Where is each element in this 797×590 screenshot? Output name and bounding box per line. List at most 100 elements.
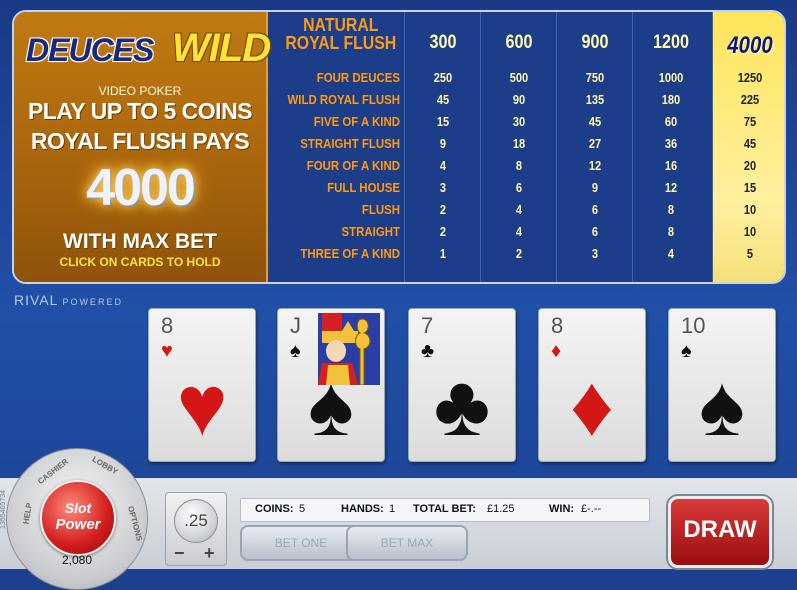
balance-display: 2,080 [61,553,93,567]
promo-panel: DEUCES WILD VIDEO POKER PLAY UP TO 5 COI… [14,12,271,282]
jack-portrait-icon [318,313,380,386]
payout-cell: 6 [515,180,523,195]
logo-wild: WILD [172,26,271,70]
payout-cell: 8 [667,202,675,217]
payout-cell: 60 [664,114,678,129]
payout-cell: 4 [515,202,523,217]
payout-cell: 1 [439,246,447,261]
payout-cell: 2 [439,202,447,217]
payout-cell: 75 [743,114,757,129]
pay-column-2: 600 500 90 30 18 8 6 4 4 2 [480,12,557,282]
hand-name: WILD ROYAL FLUSH [287,92,400,107]
game-logo: DEUCES WILD [22,26,271,78]
pay-column-4: 1200 1000 180 60 36 16 12 8 8 4 [632,12,709,282]
payout-cell: 9 [439,136,447,151]
card-rank: 8 [161,313,174,338]
hands-value: 1 [389,503,396,515]
total-bet-label: TOTAL BET: [413,503,476,515]
playing-card[interactable]: 8 ♦ ♦ [538,308,646,462]
hand-name: FLUSH [361,202,400,217]
coin-selector: .25 − + [165,492,227,566]
payout-cell: 90 [512,92,526,107]
clubs-icon: ♣ [433,358,491,454]
payout-cell: 30 [512,114,526,129]
promo-hint: CLICK ON CARDS TO HOLD [59,255,221,269]
payout-cell: 45 [436,92,450,107]
payout-cell: 1000 [658,70,684,85]
hand-name: FULL HOUSE [327,180,400,195]
status-bar: COINS: 5 HANDS: 1 TOTAL BET: £1.25 WIN: … [240,498,650,522]
options-link[interactable]: OPTIONS [126,505,144,542]
card-rank: 7 [421,313,434,338]
hearts-icon: ♥ [176,358,228,454]
payout-cell: 4000 [727,32,773,59]
payout-cell: 20 [743,158,757,173]
bet-one-button[interactable]: BET ONE [240,525,362,561]
payout-cell: 2 [515,246,523,261]
payout-cell: 36 [664,136,678,151]
payout-cell: 10 [743,224,757,239]
coin-plus-icon[interactable]: + [204,543,215,564]
promo-line-2: ROYAL FLUSH PAYS [30,128,250,154]
coin-value[interactable]: .25 [174,499,218,543]
playing-card[interactable]: 10 ♠ ♠ [668,308,776,462]
card-rank: 8 [551,313,564,338]
paytable-grid: NATURAL ROYAL FLUSH FOUR DEUCES WILD ROYAL… [268,12,784,282]
coins-label: COINS: [255,503,294,515]
payout-cell: 10 [743,202,757,217]
paytable: DEUCES WILD VIDEO POKER PLAY UP TO 5 COI… [12,10,786,284]
game-stage: DEUCES WILD VIDEO POKER PLAY UP TO 5 COI… [0,0,797,590]
logo-deuces: DEUCES [26,32,154,68]
payout-cell: 3 [439,180,447,195]
coin-minus-icon[interactable]: − [174,543,185,564]
diamonds-icon: ♦ [570,358,614,454]
powered-label: POWERED [62,297,123,307]
payout-cell: 3 [591,246,599,261]
playing-card[interactable]: 8 ♥ ♥ [148,308,256,462]
payout-cell: 8 [667,224,675,239]
payout-cell: 27 [588,136,602,151]
payout-cell: 45 [743,136,757,151]
spades-small-icon: ♠ [681,340,692,362]
clubs-small-icon: ♣ [421,340,435,362]
bet-max-button[interactable]: BET MAX [346,525,468,561]
payout-cell: 2 [439,224,447,239]
promo-subtitle: VIDEO POKER [98,84,182,98]
payout-cell: 180 [661,92,681,107]
playing-card[interactable]: J ♠ ♠ [277,308,385,462]
spades-small-icon: ♠ [290,340,301,362]
help-link[interactable]: HELP [21,502,34,525]
win-value: £-.-- [581,503,602,515]
payout-cell: 12 [664,180,678,195]
total-bet-value: £1.25 [487,503,515,515]
payout-cell: 300 [429,32,457,53]
rival-logo: RIVAL [14,292,59,308]
payout-cell: 15 [436,114,450,129]
payout-cell: 600 [505,32,533,53]
payout-cell: 500 [509,70,529,85]
hand-name: FIVE OF A KIND [313,114,400,129]
hand-name: NATURAL ROYAL FLUSH [285,15,397,53]
card-rank: 10 [681,313,706,338]
payout-cell: 8 [515,158,523,173]
hand-name: THREE OF A KIND [300,246,400,261]
payout-cell: 6 [591,202,599,217]
lobby-link[interactable]: LOBBY [91,455,120,477]
pay-column-3: 900 750 135 45 27 12 9 6 6 3 [556,12,633,282]
payout-cell: 6 [591,224,599,239]
card-rank: J [290,313,301,338]
promo-line-1: PLAY UP TO 5 COINS [27,98,253,124]
payout-cell: 45 [588,114,602,129]
rival-branding: RIVAL POWERED [14,292,123,308]
pay-column-1: 300 250 45 15 9 4 3 2 2 1 [404,12,481,282]
playing-card[interactable]: 7 ♣ ♣ [408,308,516,462]
hand-name: STRAIGHT [341,224,400,239]
payout-cell: 225 [740,92,760,107]
slot-power-button[interactable]: Slot Power [40,480,116,556]
draw-button[interactable]: DRAW [668,496,772,568]
payout-cell: 12 [588,158,602,173]
pay-column-5: 4000 1250 225 75 45 20 15 10 10 5 [712,12,784,282]
payout-cell: 18 [512,136,526,151]
hand-name: STRAIGHT FLUSH [300,136,400,151]
payout-cell: 4 [439,158,447,173]
